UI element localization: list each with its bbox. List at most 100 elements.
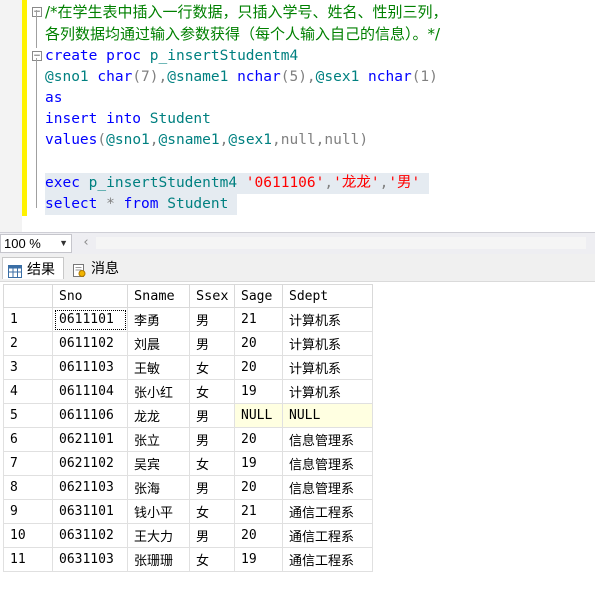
table-cell[interactable]: 女	[189, 451, 235, 476]
table-cell[interactable]: 20	[234, 523, 283, 548]
code-line[interactable]: /*在学生表中插入一行数据，只插入学号、姓名、性别三列，	[45, 2, 448, 23]
table-cell[interactable]: 吴宾	[127, 451, 190, 476]
row-number[interactable]: 3	[3, 355, 53, 380]
code-line[interactable]: 各列数据均通过输入参数获得（每个人输入自己的信息）。*/	[45, 24, 440, 45]
row-number[interactable]: 8	[3, 475, 53, 500]
table-cell[interactable]: 男	[189, 427, 235, 452]
table-row[interactable]: 2 0611102 刘晨男 20 计算机系	[3, 331, 373, 356]
table-cell[interactable]: 钱小平	[127, 499, 190, 524]
code-line[interactable]: exec p_insertStudentm4 '0611106','龙龙','男…	[45, 173, 430, 194]
row-number[interactable]: 4	[3, 379, 53, 404]
table-cell[interactable]: 0621101	[52, 427, 128, 452]
table-cell[interactable]: 20	[234, 331, 283, 356]
row-number[interactable]: 11	[3, 547, 53, 572]
code-line[interactable]: values(@sno1,@sname1,@sex1,null,null)	[45, 130, 368, 151]
table-cell[interactable]: 计算机系	[282, 307, 373, 332]
table-cell[interactable]: 0611103	[52, 355, 128, 380]
table-cell[interactable]: 0611102	[52, 331, 128, 356]
table-cell[interactable]: 计算机系	[282, 331, 373, 356]
table-row[interactable]: 4 0611104 张小红女 19 计算机系	[3, 379, 373, 404]
tab-messages[interactable]: 消息	[67, 257, 129, 279]
table-cell[interactable]: 女	[189, 355, 235, 380]
code-line[interactable]: as	[45, 88, 62, 109]
code-line[interactable]: insert into Student	[45, 109, 211, 130]
horizontal-scrollbar[interactable]	[96, 237, 586, 249]
table-cell[interactable]: 张立	[127, 427, 190, 452]
scroll-left-icon[interactable]: ‹	[78, 235, 94, 251]
code-line[interactable]: @sno1 char(7),@sname1 nchar(5),@sex1 nch…	[45, 67, 438, 88]
code-line[interactable]: create proc p_insertStudentm4	[45, 46, 298, 67]
row-number[interactable]: 6	[3, 427, 53, 452]
table-cell[interactable]: 通信工程系	[282, 547, 373, 572]
table-cell[interactable]: 王敏	[127, 355, 190, 380]
zoom-dropdown[interactable]: 100 % ▼	[0, 234, 72, 253]
table-cell[interactable]: 男	[189, 307, 235, 332]
table-row[interactable]: 11 0631103 张珊珊女 19 通信工程系	[3, 547, 373, 572]
table-row[interactable]: 7 0621102 吴宾女 19 信息管理系	[3, 451, 373, 476]
table-cell[interactable]: 0611101	[52, 307, 128, 332]
table-cell[interactable]: 19	[234, 547, 283, 572]
table-cell[interactable]: 20	[234, 427, 283, 452]
table-row[interactable]: 10 0631102 王大力男 20 通信工程系	[3, 523, 373, 548]
column-header[interactable]: Sname	[127, 284, 190, 308]
table-cell[interactable]: 0621102	[52, 451, 128, 476]
table-cell[interactable]: 龙龙	[127, 403, 190, 428]
row-number[interactable]: 7	[3, 451, 53, 476]
table-cell[interactable]: 0611106	[52, 403, 128, 428]
table-cell[interactable]: 女	[189, 379, 235, 404]
row-number[interactable]: 9	[3, 499, 53, 524]
table-cell[interactable]: 0631103	[52, 547, 128, 572]
table-cell[interactable]: 21	[234, 307, 283, 332]
table-cell[interactable]: 男	[189, 475, 235, 500]
table-cell[interactable]: 0631102	[52, 523, 128, 548]
table-cell[interactable]: 计算机系	[282, 379, 373, 404]
row-number[interactable]: 1	[3, 307, 53, 332]
row-number[interactable]: 5	[3, 403, 53, 428]
table-cell[interactable]: 通信工程系	[282, 499, 373, 524]
query-editor[interactable]: − − /*在学生表中插入一行数据，只插入学号、姓名、性别三列， 各列数据均通过输…	[0, 0, 595, 232]
table-cell[interactable]: 男	[189, 403, 235, 428]
collapse-comment-icon[interactable]: −	[32, 7, 42, 17]
table-cell[interactable]: 信息管理系	[282, 427, 373, 452]
table-row[interactable]: 6 0621101 张立男 20 信息管理系	[3, 427, 373, 452]
table-cell[interactable]: 刘晨	[127, 331, 190, 356]
results-grid[interactable]: Sno Sname Ssex Sage Sdept 1 0611101 李勇男 21 计算机系 2…	[0, 282, 595, 597]
table-cell[interactable]: 女	[189, 547, 235, 572]
table-cell[interactable]: 0631101	[52, 499, 128, 524]
results-table[interactable]: Sno Sname Ssex Sage Sdept 1 0611101 李勇男 21 计算机系 2…	[3, 284, 373, 572]
table-cell[interactable]: 女	[189, 499, 235, 524]
column-header[interactable]: Sage	[234, 284, 283, 308]
column-header[interactable]: Ssex	[189, 284, 235, 308]
table-row[interactable]: 9 0631101 钱小平女 21 通信工程系	[3, 499, 373, 524]
table-cell[interactable]: 20	[234, 475, 283, 500]
table-cell[interactable]: 20	[234, 355, 283, 380]
table-cell[interactable]: 李勇	[127, 307, 190, 332]
code-line[interactable]: select * from Student	[45, 194, 238, 215]
table-cell[interactable]: 21	[234, 499, 283, 524]
table-cell[interactable]: 男	[189, 331, 235, 356]
collapse-proc-icon[interactable]: −	[32, 51, 42, 61]
table-row[interactable]: 5 0611106 龙龙男 NULL NULL	[3, 403, 373, 428]
table-cell[interactable]: NULL	[234, 403, 283, 428]
row-number[interactable]: 10	[3, 523, 53, 548]
column-header[interactable]: Sdept	[282, 284, 373, 308]
table-row[interactable]: 3 0611103 王敏女 20 计算机系	[3, 355, 373, 380]
row-number[interactable]: 2	[3, 331, 53, 356]
table-cell[interactable]: 张小红	[127, 379, 190, 404]
table-cell[interactable]: 信息管理系	[282, 475, 373, 500]
table-cell[interactable]: 19	[234, 379, 283, 404]
table-cell[interactable]: 王大力	[127, 523, 190, 548]
table-cell[interactable]: 信息管理系	[282, 451, 373, 476]
table-cell[interactable]: 通信工程系	[282, 523, 373, 548]
chevron-down-icon[interactable]: ▼	[59, 235, 68, 252]
table-row[interactable]: 1 0611101 李勇男 21 计算机系	[3, 307, 373, 332]
table-row[interactable]: 8 0621103 张海男 20 信息管理系	[3, 475, 373, 500]
table-cell[interactable]: 0621103	[52, 475, 128, 500]
table-cell[interactable]: 计算机系	[282, 355, 373, 380]
table-cell[interactable]: 0611104	[52, 379, 128, 404]
table-cell[interactable]: 张珊珊	[127, 547, 190, 572]
table-cell[interactable]: 张海	[127, 475, 190, 500]
table-cell[interactable]: 男	[189, 523, 235, 548]
table-cell[interactable]: 19	[234, 451, 283, 476]
table-cell[interactable]: NULL	[282, 403, 373, 428]
